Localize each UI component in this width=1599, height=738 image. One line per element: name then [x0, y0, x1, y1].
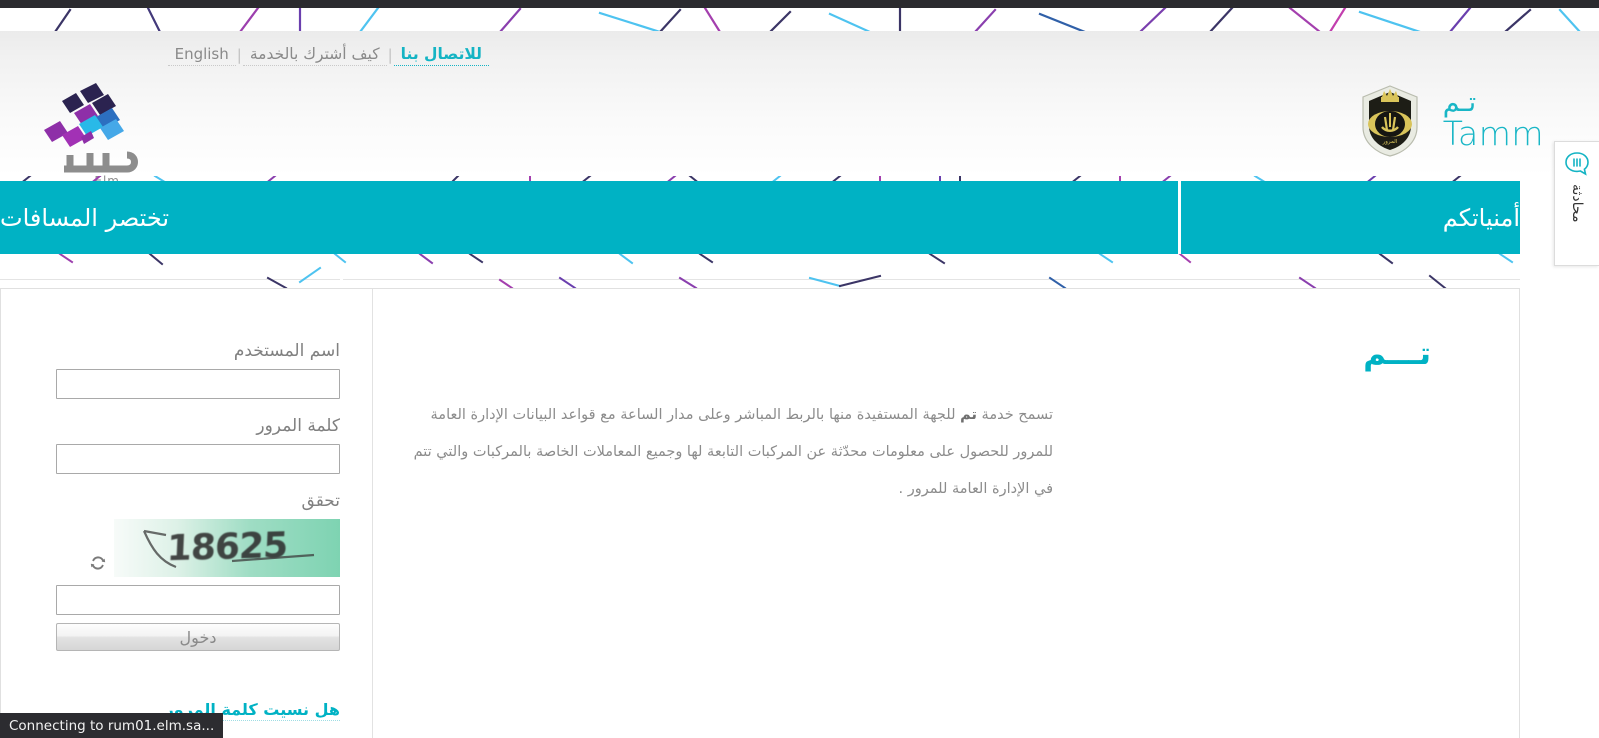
- captcha-row: 18625: [56, 519, 340, 577]
- login-panel: اسم المستخدم كلمة المرور تحقق 18625 دخول…: [1, 289, 373, 738]
- browser-top-strip: [0, 0, 1599, 8]
- intro-description: تسمح خدمة تم للجهة المستفيدة منها بالربط…: [413, 397, 1053, 508]
- nav-separator-1: |: [387, 46, 393, 64]
- nav-link-english[interactable]: English: [167, 44, 236, 66]
- captcha-image: 18625: [114, 519, 340, 577]
- background-pattern-top: [0, 8, 1599, 32]
- chat-bubble-icon: [1564, 151, 1591, 178]
- banner-shelf: [0, 254, 1520, 280]
- intro-body-after: للجهة المستفيدة منها بالربط المباشر وعلى…: [413, 407, 1053, 497]
- tamm-arabic-text: تـم: [1442, 87, 1477, 118]
- tamm-logo[interactable]: المرور تـم Tamm: [1355, 83, 1544, 159]
- chat-side-tab[interactable]: محادثة: [1554, 141, 1599, 266]
- nav-link-contact-us[interactable]: للاتصال بنا: [393, 44, 489, 66]
- password-input[interactable]: [56, 444, 340, 474]
- page-root: للاتصال بنا | كيف أشترك بالخدمة | Englis…: [0, 0, 1599, 738]
- elm-logo[interactable]: Elm: [24, 83, 149, 188]
- main-content: تـــم تسمح خدمة تم للجهة المستفيدة منها …: [0, 288, 1520, 738]
- intro-panel: تـــم تسمح خدمة تم للجهة المستفيدة منها …: [373, 289, 1519, 738]
- service-banner: أمنياتكم تختصر المسافات: [0, 181, 1520, 254]
- banner-right-section: تختصر المسافات: [0, 181, 1178, 254]
- nav-link-how-to-subscribe[interactable]: كيف أشترك بالخدمة: [242, 44, 387, 66]
- banner-divider-tail: [340, 254, 343, 280]
- refresh-icon: [88, 556, 108, 576]
- saudi-traffic-police-emblem-icon: المرور: [1355, 83, 1425, 159]
- tamm-latin-text: Tamm: [1442, 114, 1544, 153]
- svg-text:المرور: المرور: [1381, 139, 1397, 145]
- username-input[interactable]: [56, 369, 340, 399]
- banner-slogan-left: أمنياتكم: [1442, 203, 1520, 232]
- chat-tab-label: محادثة: [1569, 184, 1585, 223]
- tamm-wordmark: تـم Tamm: [1442, 87, 1544, 153]
- banner-left-section: أمنياتكم: [1178, 181, 1520, 254]
- intro-title: تـــم: [1363, 336, 1431, 372]
- intro-body-before: تسمح خدمة: [976, 407, 1053, 423]
- top-navigation: للاتصال بنا | كيف أشترك بالخدمة | Englis…: [167, 44, 489, 66]
- password-label: كلمة المرور: [256, 416, 340, 436]
- login-submit-button[interactable]: دخول: [56, 623, 340, 651]
- captcha-input[interactable]: [56, 585, 340, 615]
- banner-divider: [1178, 181, 1181, 254]
- captcha-label: تحقق: [301, 491, 340, 511]
- site-header: للاتصال بنا | كيف أشترك بالخدمة | Englis…: [0, 31, 1599, 188]
- captcha-refresh-button[interactable]: [88, 553, 108, 577]
- status-bar-text: Connecting to rum01.elm.sa...: [9, 717, 215, 734]
- nav-separator-2: |: [236, 46, 242, 64]
- browser-status-bar: Connecting to rum01.elm.sa...: [0, 713, 224, 738]
- intro-lead-word: تم: [960, 407, 977, 423]
- username-label: اسم المستخدم: [233, 341, 340, 361]
- banner-slogan-right: تختصر المسافات: [0, 203, 170, 232]
